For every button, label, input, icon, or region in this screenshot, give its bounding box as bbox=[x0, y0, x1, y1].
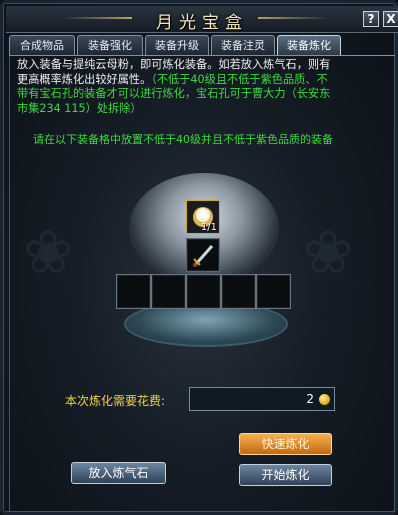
refine-result-slot[interactable] bbox=[186, 274, 221, 309]
tab-equipment-enhance[interactable]: 装备强化 bbox=[77, 35, 143, 55]
description-line-2-text: 更高概率炼化出较好属性。 bbox=[17, 72, 152, 86]
tab-compose-items[interactable]: 合成物品 bbox=[9, 35, 75, 55]
close-button[interactable]: X bbox=[383, 11, 398, 27]
cost-label: 本次炼化需要花费: bbox=[65, 394, 166, 408]
fast-refine-button[interactable]: 快速炼化 bbox=[239, 433, 332, 455]
refine-result-slot[interactable] bbox=[256, 274, 291, 309]
background-decoration-left: ❀ bbox=[23, 218, 74, 288]
refine-result-slot[interactable] bbox=[221, 274, 256, 309]
place-refine-stone-button[interactable]: 放入炼气石 bbox=[71, 462, 166, 484]
refine-material-slot[interactable]: 1/1 bbox=[186, 200, 220, 234]
description-line-4: 市集234 115）处拆除） bbox=[17, 101, 142, 115]
slot-instruction: 请在以下装备格中放置不低于40级并且不低于紫色品质的装备 bbox=[33, 133, 333, 146]
background-decoration-right: ❀ bbox=[303, 218, 354, 288]
gold-coin-icon bbox=[319, 394, 330, 405]
tab-equipment-spirit[interactable]: 装备注灵 bbox=[211, 35, 275, 55]
refine-result-slot[interactable] bbox=[151, 274, 186, 309]
description-line-2: 更高概率炼化出较好属性。（不低于40级且不低于紫色品质、不 bbox=[17, 73, 389, 88]
title-ornament-right bbox=[258, 17, 328, 19]
refine-description: 放入装备与提纯云母粉，即可炼化装备。如若放入炼气石，则有 更高概率炼化出较好属性… bbox=[17, 58, 389, 116]
tab-equipment-upgrade[interactable]: 装备升级 bbox=[145, 35, 209, 55]
help-button[interactable]: ? bbox=[363, 11, 379, 27]
window-title: 月光宝盒 bbox=[156, 13, 248, 33]
start-refine-button[interactable]: 开始炼化 bbox=[239, 464, 332, 486]
description-hint-start: （不低于40级且不低于紫色品质、不 bbox=[151, 72, 328, 86]
cost-display: 2 bbox=[189, 387, 335, 411]
moonlight-box-window: 月光宝盒 ? X 合成物品 装备强化 装备升级 装备注灵 装备炼化 放入装备与提… bbox=[0, 0, 398, 515]
tab-equipment-refine[interactable]: 装备炼化 bbox=[277, 35, 341, 55]
refine-result-slot[interactable] bbox=[116, 274, 151, 309]
material-quantity: 1/1 bbox=[200, 222, 217, 233]
title-bar[interactable]: 月光宝盒 ? X bbox=[6, 6, 398, 33]
description-line-1: 放入装备与提纯云母粉，即可炼化装备。如若放入炼气石，则有 bbox=[17, 58, 331, 71]
sword-icon bbox=[193, 245, 214, 267]
cost-value: 2 bbox=[306, 392, 314, 406]
refine-equipment-slot[interactable] bbox=[186, 238, 220, 272]
description-line-3: 带有宝石孔的装备才可以进行炼化，宝石孔可于曹大力（长安东 bbox=[17, 87, 331, 100]
